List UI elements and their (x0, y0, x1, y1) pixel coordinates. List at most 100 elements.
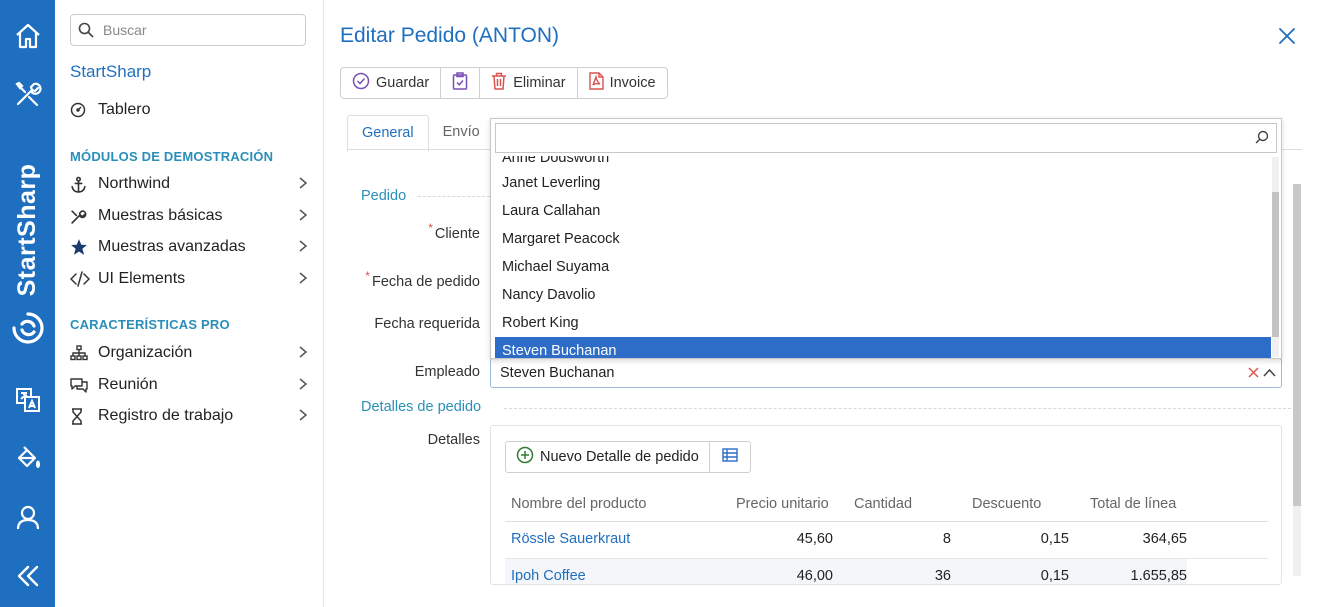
invoice-button[interactable]: Invoice (578, 68, 667, 98)
user-icon[interactable] (0, 497, 55, 537)
sidebar-item-organizacion[interactable]: Organización (70, 341, 310, 365)
dialog-title: Editar Pedido (ANTON) (340, 24, 560, 47)
dropdown-scrollbar[interactable] (1272, 157, 1279, 357)
close-icon[interactable] (1278, 27, 1296, 48)
brand-swirl-icon (12, 312, 44, 344)
column-picker-button[interactable] (710, 442, 750, 472)
section-heading-demo: MÓDULOS DE DEMOSTRACIÓN (70, 149, 274, 164)
clear-icon[interactable] (1248, 366, 1259, 382)
sidebar-item-ui-elements[interactable]: UI Elements (70, 267, 310, 291)
dropdown-option[interactable]: Nancy Davolio (495, 281, 1271, 309)
dropdown-option[interactable]: Margaret Peacock (495, 225, 1271, 253)
dialog-scrollbar-thumb[interactable] (1293, 184, 1301, 506)
column-header-discount[interactable]: Descuento (972, 496, 1041, 512)
sidebar-item-muestras-avanzadas[interactable]: Muestras avanzadas (70, 235, 310, 259)
clipboard-check-icon (452, 72, 468, 94)
search-icon (1255, 130, 1269, 147)
icon-rail: StartSharp (0, 0, 55, 607)
details-grid: Nuevo Detalle de pedido Nombre del produ… (490, 425, 1282, 585)
plus-circle-icon (516, 446, 534, 468)
dropdown-search[interactable] (495, 123, 1277, 153)
sidebar-item-tablero[interactable]: Tablero (70, 98, 310, 122)
column-header-product[interactable]: Nombre del producto (511, 496, 646, 512)
cell-discount: 0,15 (1040, 568, 1069, 584)
table-row[interactable]: Ipoh Coffee 46,00 36 0,15 1.655,85 (505, 559, 1187, 584)
chat-icon (70, 377, 98, 393)
sidebar-item-label: Tablero (98, 101, 151, 118)
required-marker: * (365, 269, 370, 283)
dropdown-option[interactable]: Janet Leverling (495, 169, 1271, 197)
employee-value: Steven Buchanan (500, 365, 615, 381)
brand-logo: StartSharp (0, 140, 55, 355)
check-circle-icon (352, 72, 370, 94)
pdf-icon (588, 72, 604, 94)
dropdown-scrollbar-thumb[interactable] (1272, 192, 1279, 337)
column-header-price[interactable]: Precio unitario (736, 496, 829, 512)
wrench-icon (70, 208, 98, 225)
apply-changes-button[interactable] (441, 68, 481, 98)
column-header-quantity[interactable]: Cantidad (854, 496, 912, 512)
dropdown-options: Anne Dodsworth Janet Leverling Laura Cal… (495, 156, 1271, 358)
column-header-total[interactable]: Total de línea (1090, 496, 1176, 512)
sidebar-item-label: UI Elements (98, 270, 186, 287)
label-cliente: * Cliente (280, 221, 480, 242)
cell-quantity: 8 (942, 531, 951, 547)
sidebar-item-reunion[interactable]: Reunión (70, 373, 310, 397)
chevron-up-icon[interactable] (1263, 366, 1276, 382)
chevron-right-icon (298, 176, 308, 195)
sidebar-item-muestras-basicas[interactable]: Muestras básicas (70, 204, 310, 228)
employee-select[interactable]: Steven Buchanan (490, 358, 1282, 388)
sidebar-item-label: Muestras avanzadas (98, 238, 246, 255)
language-icon[interactable] (0, 380, 55, 420)
tab-envio[interactable]: Envío (429, 115, 494, 150)
search-input[interactable] (101, 21, 295, 39)
tools-icon[interactable] (0, 74, 55, 114)
cell-product[interactable]: Rössle Sauerkraut (511, 531, 630, 547)
save-button[interactable]: Guardar (341, 68, 442, 98)
dialog-tabs: General Envío (347, 115, 494, 152)
tab-general[interactable]: General (347, 115, 429, 152)
delete-button[interactable]: Eliminar (480, 68, 578, 98)
section-heading-pro: CARACTERÍSTICAS PRO (70, 317, 230, 332)
category-divider (418, 196, 490, 197)
employee-dropdown: Anne Dodsworth Janet Leverling Laura Cal… (490, 118, 1282, 359)
collapse-icon[interactable] (0, 556, 55, 596)
trash-icon (491, 72, 507, 94)
search-icon (71, 22, 101, 38)
category-divider (504, 408, 1301, 409)
dropdown-search-input[interactable] (496, 129, 1244, 147)
save-label: Guardar (376, 75, 430, 91)
label-detalles: Detalles (427, 432, 480, 448)
label-fecha-pedido: * Fecha de pedido (280, 269, 480, 290)
sitemap-icon (70, 345, 98, 361)
new-detail-button[interactable]: Nuevo Detalle de pedido (506, 442, 710, 472)
cell-quantity: 36 (934, 568, 951, 584)
table-row[interactable]: Rössle Sauerkraut 45,60 8 0,15 364,65 (505, 522, 1268, 559)
dropdown-option-selected[interactable]: Steven Buchanan (495, 337, 1271, 358)
dropdown-option[interactable]: Laura Callahan (495, 197, 1271, 225)
required-marker: * (428, 221, 433, 235)
sidebar-item-label: Northwind (98, 175, 171, 192)
table-icon (722, 448, 738, 466)
star-icon (70, 238, 98, 256)
label-text: Cliente (434, 225, 480, 242)
sidebar-item-northwind[interactable]: Northwind (70, 172, 310, 196)
sidebar-item-registro-de-trabajo[interactable]: Registro de trabajo (70, 404, 310, 428)
dropdown-option[interactable]: Michael Suyama (495, 253, 1271, 281)
category-detalles: Detalles de pedido (361, 399, 482, 415)
brand-text: StartSharp (13, 163, 41, 297)
details-toolbar: Nuevo Detalle de pedido (505, 441, 751, 473)
app-title: StartSharp (70, 62, 152, 81)
label-fecha-requerida: Fecha requerida (374, 316, 480, 332)
chevron-right-icon (298, 345, 308, 364)
theme-icon[interactable] (0, 438, 55, 478)
cell-product[interactable]: Ipoh Coffee (511, 568, 586, 584)
delete-label: Eliminar (513, 75, 566, 91)
dialog-scrollbar[interactable] (1293, 184, 1301, 576)
dashboard-icon (70, 102, 98, 118)
dropdown-option[interactable]: Robert King (495, 309, 1271, 337)
new-detail-label: Nuevo Detalle de pedido (540, 449, 699, 465)
sidebar-search[interactable] (70, 14, 306, 46)
dialog-toolbar: Guardar Eliminar Invoice (340, 67, 668, 99)
home-icon[interactable] (0, 16, 55, 56)
